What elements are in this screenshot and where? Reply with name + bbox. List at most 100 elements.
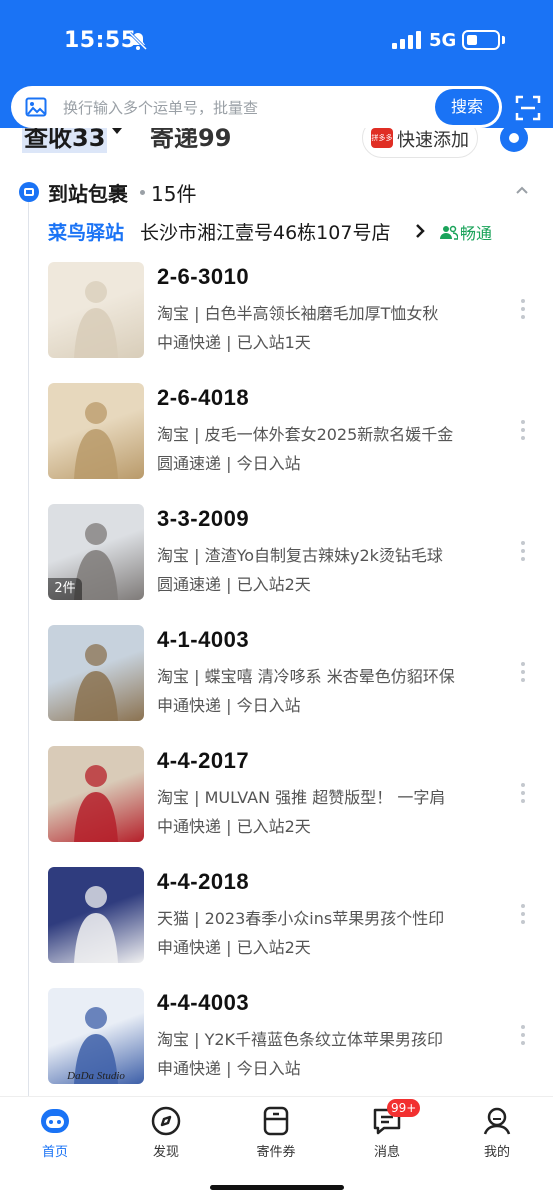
compass-icon bbox=[151, 1106, 181, 1136]
pickup-code: 2-6-4018 bbox=[157, 385, 250, 410]
product-thumbnail bbox=[48, 867, 144, 963]
package-item[interactable]: 2-6-3010 淘宝 | 白色半高领长袖磨毛加厚T恤女秋 中通快递 | 已入站1天 bbox=[0, 262, 553, 383]
tab-profile-label: 我的 bbox=[483, 1145, 510, 1160]
profile-icon bbox=[483, 1107, 511, 1135]
scan-icon[interactable] bbox=[515, 95, 541, 121]
more-options-icon[interactable] bbox=[520, 903, 526, 925]
station-row[interactable]: 菜鸟驿站 长沙市湘江壹号46栋107号店 畅通 bbox=[0, 218, 553, 248]
more-options-icon[interactable] bbox=[520, 419, 526, 441]
product-photo-icon bbox=[74, 644, 118, 721]
settings-icon[interactable] bbox=[500, 128, 528, 152]
search-placeholder: 换行输入多个运单号，批量查 bbox=[63, 99, 259, 117]
package-box-icon bbox=[19, 182, 39, 202]
pickup-code: 4-4-4003 bbox=[157, 990, 250, 1015]
package-description: 淘宝 | 皮毛一体外套女2025新款名媛千金 bbox=[157, 425, 454, 444]
product-thumbnail: 2件 bbox=[48, 504, 144, 600]
image-search-icon[interactable] bbox=[25, 96, 47, 118]
tab-messages[interactable]: 99+ 消息 bbox=[347, 1099, 427, 1165]
package-item[interactable]: 4-1-4003 淘宝 | 蝶宝嘻 清冷哆系 米杏晕色仿貂环保 申通快递 | 今日入… bbox=[0, 625, 553, 746]
pickup-code: 4-4-2017 bbox=[157, 748, 250, 773]
network-label: 5G bbox=[429, 30, 457, 51]
signal-icon bbox=[392, 31, 421, 49]
product-photo-icon bbox=[74, 281, 118, 358]
package-item[interactable]: 2件 3-3-2009 淘宝 | 渣渣Yo自制复古辣妹y2k烫钻毛球 圆通速递 | 已… bbox=[0, 504, 553, 625]
package-item[interactable]: DaDa Studio 4-4-4003 淘宝 | Y2K千禧蓝色条纹立体苹果男孩印… bbox=[0, 988, 553, 1096]
package-status: 申通快递 | 今日入站 bbox=[157, 696, 301, 715]
more-options-icon[interactable] bbox=[520, 1024, 526, 1046]
status-time: 15:55 bbox=[64, 28, 137, 53]
product-photo-icon bbox=[74, 765, 118, 842]
more-options-icon[interactable] bbox=[520, 782, 526, 804]
package-item[interactable]: 4-4-2018 天猫 | 2023春季小众ins苹果男孩个性印 申通快递 | 已入… bbox=[0, 867, 553, 988]
tab-home-label: 首页 bbox=[41, 1145, 68, 1160]
tab-discover[interactable]: 发现 bbox=[126, 1105, 206, 1165]
more-options-icon[interactable] bbox=[520, 661, 526, 683]
search-button[interactable]: 搜索 bbox=[435, 89, 499, 125]
chevron-right-icon bbox=[416, 224, 425, 238]
message-badge: 99+ bbox=[387, 1099, 421, 1117]
product-thumbnail: DaDa Studio bbox=[48, 988, 144, 1084]
quick-add-label: 快速添加 bbox=[397, 130, 469, 151]
tab-inbound[interactable]: 查收33 bbox=[22, 128, 108, 153]
package-description: 天猫 | 2023春季小众ins苹果男孩个性印 bbox=[157, 909, 445, 928]
package-item[interactable]: 4-4-2017 淘宝 | MULVAN 强推 超赞版型！ 一字肩 中通快递 | 已… bbox=[0, 746, 553, 867]
more-options-icon[interactable] bbox=[520, 540, 526, 562]
quick-add-button[interactable]: 拼多多 快速添加 bbox=[362, 128, 478, 158]
pickup-code: 2-6-3010 bbox=[157, 264, 250, 289]
package-description: 淘宝 | 蝶宝嘻 清冷哆系 米杏晕色仿貂环保 bbox=[157, 667, 455, 686]
package-status: 圆通速递 | 已入站2天 bbox=[157, 575, 311, 594]
top-header: 15:55 5G 换行输入多个运单号，批量查 搜索 bbox=[0, 0, 553, 140]
package-status: 中通快递 | 已入站1天 bbox=[157, 333, 311, 352]
package-description: 淘宝 | 渣渣Yo自制复古辣妹y2k烫钻毛球 bbox=[157, 546, 443, 565]
product-thumbnail bbox=[48, 262, 144, 358]
battery-cap bbox=[502, 36, 505, 44]
tab-profile[interactable]: 我的 bbox=[457, 1105, 537, 1165]
home-robot-icon bbox=[41, 1109, 69, 1133]
package-description: 淘宝 | MULVAN 强推 超赞版型！ 一字肩 bbox=[157, 788, 446, 807]
status-bar: 15:55 5G bbox=[0, 0, 553, 82]
product-thumbnail bbox=[48, 746, 144, 842]
search-row: 换行输入多个运单号，批量查 搜索 bbox=[0, 86, 553, 130]
station-status-tag: 畅通 bbox=[460, 224, 493, 243]
station-name: 长沙市湘江壹号46栋107号店 bbox=[140, 222, 391, 244]
package-status: 圆通速递 | 今日入站 bbox=[157, 454, 301, 473]
tab-discover-label: 发现 bbox=[152, 1145, 179, 1160]
package-list: 到站包裹 15件 菜鸟驿站 长沙市湘江壹号46栋107号店 畅通 2-6-301… bbox=[0, 162, 553, 1096]
section-header[interactable]: 到站包裹 15件 bbox=[0, 178, 553, 208]
thumbnail-caption: DaDa Studio bbox=[67, 1070, 125, 1082]
package-status: 申通快递 | 已入站2天 bbox=[157, 938, 311, 957]
product-thumbnail bbox=[48, 383, 144, 479]
pickup-code: 3-3-2009 bbox=[157, 506, 250, 531]
bottom-tab-bar: 首页 发现 寄件券 99+ 消息 我的 bbox=[0, 1096, 553, 1200]
pdd-logo-icon: 拼多多 bbox=[371, 128, 393, 148]
home-indicator bbox=[210, 1185, 344, 1190]
item-count-badge: 2件 bbox=[48, 578, 82, 600]
search-input[interactable]: 换行输入多个运单号，批量查 搜索 bbox=[11, 86, 502, 128]
station-brand: 菜鸟驿站 bbox=[48, 222, 125, 244]
bell-mute-icon bbox=[128, 31, 148, 51]
product-photo-icon bbox=[74, 886, 118, 963]
section-count: 15件 bbox=[151, 182, 197, 206]
tab-coupon[interactable]: 寄件券 bbox=[236, 1105, 316, 1165]
tab-messages-label: 消息 bbox=[373, 1145, 400, 1160]
coupon-box-icon bbox=[263, 1106, 289, 1136]
product-photo-icon bbox=[74, 402, 118, 479]
caret-down-icon[interactable] bbox=[112, 128, 122, 134]
section-title: 到站包裹 bbox=[48, 182, 128, 206]
tab-outbound[interactable]: 寄递99 bbox=[150, 128, 231, 153]
separator-dot bbox=[140, 190, 145, 195]
package-status: 中通快递 | 已入站2天 bbox=[157, 817, 311, 836]
product-thumbnail bbox=[48, 625, 144, 721]
people-icon bbox=[440, 225, 458, 240]
package-item[interactable]: 2-6-4018 淘宝 | 皮毛一体外套女2025新款名媛千金 圆通速递 | 今日入… bbox=[0, 383, 553, 504]
package-description: 淘宝 | Y2K千禧蓝色条纹立体苹果男孩印 bbox=[157, 1030, 444, 1049]
summary-bar: 查收33 寄递99 拼多多 快速添加 bbox=[0, 128, 553, 162]
chevron-up-icon[interactable] bbox=[515, 185, 529, 195]
package-description: 淘宝 | 白色半高领长袖磨毛加厚T恤女秋 bbox=[157, 304, 439, 323]
pickup-code: 4-4-2018 bbox=[157, 869, 250, 894]
battery-icon bbox=[462, 30, 500, 50]
tab-home[interactable]: 首页 bbox=[15, 1105, 95, 1165]
tab-coupon-label: 寄件券 bbox=[256, 1145, 296, 1160]
pickup-code: 4-1-4003 bbox=[157, 627, 250, 652]
more-options-icon[interactable] bbox=[520, 298, 526, 320]
